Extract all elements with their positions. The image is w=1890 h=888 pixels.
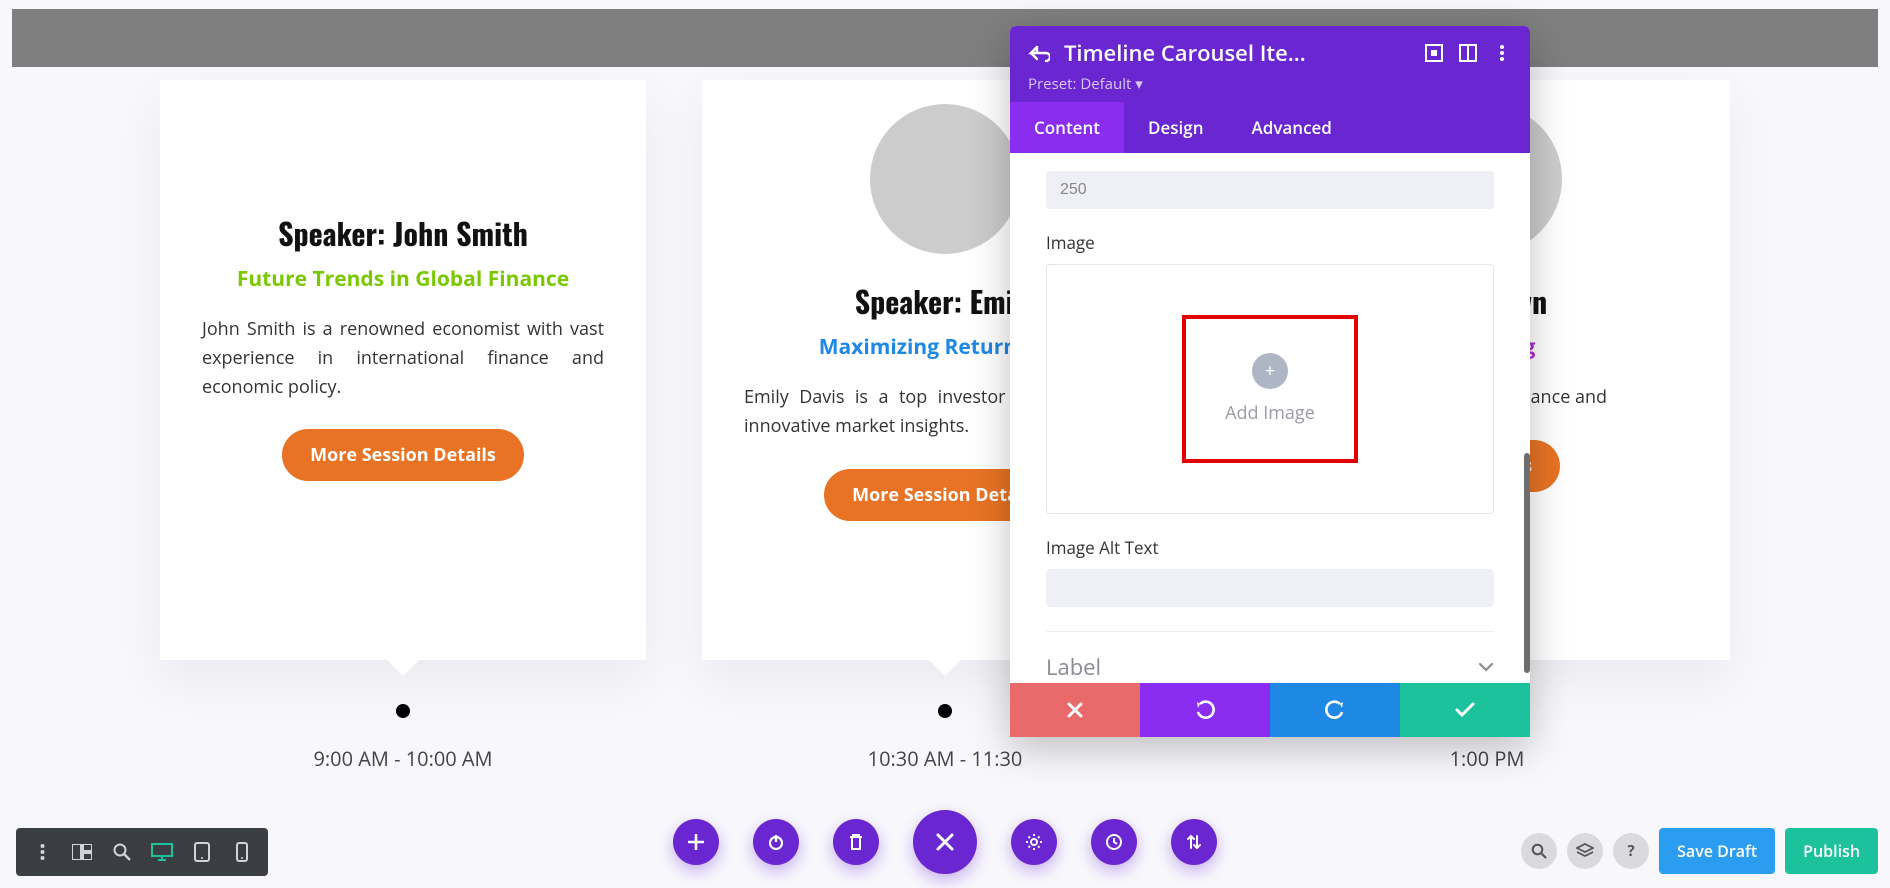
alt-text-label: Image Alt Text — [1046, 536, 1494, 559]
card-time: 1:00 PM — [1450, 745, 1525, 772]
sort-button[interactable] — [1171, 819, 1217, 865]
back-icon[interactable] — [1028, 43, 1050, 63]
card-desc: John Smith is a renowned economist with … — [202, 315, 604, 401]
image-field-label: Image — [1046, 231, 1494, 254]
numeric-input[interactable] — [1046, 171, 1494, 209]
mobile-view-icon[interactable] — [224, 834, 260, 870]
more-details-button[interactable]: More Session Details — [282, 429, 524, 481]
tab-design[interactable]: Design — [1124, 102, 1228, 153]
settings-panel: Timeline Carousel Ite… Preset: Default ▾… — [1010, 26, 1530, 737]
accordion-title: Label — [1046, 652, 1101, 682]
kebab-icon[interactable] — [24, 834, 60, 870]
tab-advanced[interactable]: Advanced — [1228, 102, 1356, 153]
card-speaker: Speaker: John Smith — [202, 210, 604, 255]
scrollbar[interactable] — [1524, 453, 1530, 673]
add-image-text: Add Image — [1225, 401, 1315, 425]
settings-button[interactable] — [1011, 819, 1057, 865]
timeline-card: Speaker: John Smith Future Trends in Glo… — [160, 80, 646, 660]
layers-icon[interactable] — [1567, 833, 1603, 869]
panel-action-bar — [1010, 683, 1530, 737]
card-pointer — [927, 658, 963, 676]
top-gray-bar — [12, 9, 1878, 67]
undo-button[interactable] — [1140, 683, 1270, 737]
card-pointer — [385, 658, 421, 676]
trash-button[interactable] — [833, 819, 879, 865]
timeline-dot — [396, 704, 410, 718]
add-button[interactable] — [673, 819, 719, 865]
kebab-icon[interactable] — [1492, 43, 1512, 63]
highlight-box — [1182, 315, 1358, 463]
publish-button[interactable]: Publish — [1785, 828, 1878, 874]
panel-tabs: Content Design Advanced — [1010, 102, 1530, 153]
card-time: 9:00 AM - 10:00 AM — [313, 745, 492, 772]
close-builder-button[interactable] — [913, 810, 977, 874]
expand-icon[interactable] — [1424, 43, 1444, 63]
timeline-dot — [938, 704, 952, 718]
chevron-down-icon — [1478, 662, 1494, 672]
panel-header[interactable]: Timeline Carousel Ite… Preset: Default ▾ — [1010, 26, 1530, 102]
save-draft-button[interactable]: Save Draft — [1659, 828, 1775, 874]
add-image-dropzone[interactable]: + Add Image — [1046, 264, 1494, 514]
device-toolbar — [16, 828, 268, 876]
power-button[interactable] — [753, 819, 799, 865]
preset-dropdown[interactable]: Preset: Default ▾ — [1028, 74, 1512, 94]
plus-icon: + — [1252, 353, 1288, 389]
wireframe-icon[interactable] — [64, 834, 100, 870]
history-button[interactable] — [1091, 819, 1137, 865]
panel-body: Image + Add Image Image Alt Text Label S… — [1010, 153, 1530, 683]
timeline-cards: Speaker: John Smith Future Trends in Glo… — [0, 80, 1890, 660]
card-title: Future Trends in Global Finance — [202, 265, 604, 293]
card-time: 10:30 AM - 11:30 — [868, 745, 1023, 772]
tablet-view-icon[interactable] — [184, 834, 220, 870]
search-icon[interactable] — [1521, 833, 1557, 869]
snap-icon[interactable] — [1458, 43, 1478, 63]
bottom-right-actions: ? Save Draft Publish — [1521, 828, 1878, 874]
builder-action-bar — [673, 810, 1217, 874]
redo-button[interactable] — [1270, 683, 1400, 737]
accordion-label[interactable]: Label — [1046, 631, 1494, 683]
zoom-icon[interactable] — [104, 834, 140, 870]
desktop-view-icon[interactable] — [144, 834, 180, 870]
cancel-button[interactable] — [1010, 683, 1140, 737]
confirm-button[interactable] — [1400, 683, 1530, 737]
help-icon[interactable]: ? — [1613, 833, 1649, 869]
avatar — [870, 104, 1020, 254]
alt-text-input[interactable] — [1046, 569, 1494, 607]
panel-title: Timeline Carousel Ite… — [1064, 38, 1410, 68]
tab-content[interactable]: Content — [1010, 102, 1124, 153]
